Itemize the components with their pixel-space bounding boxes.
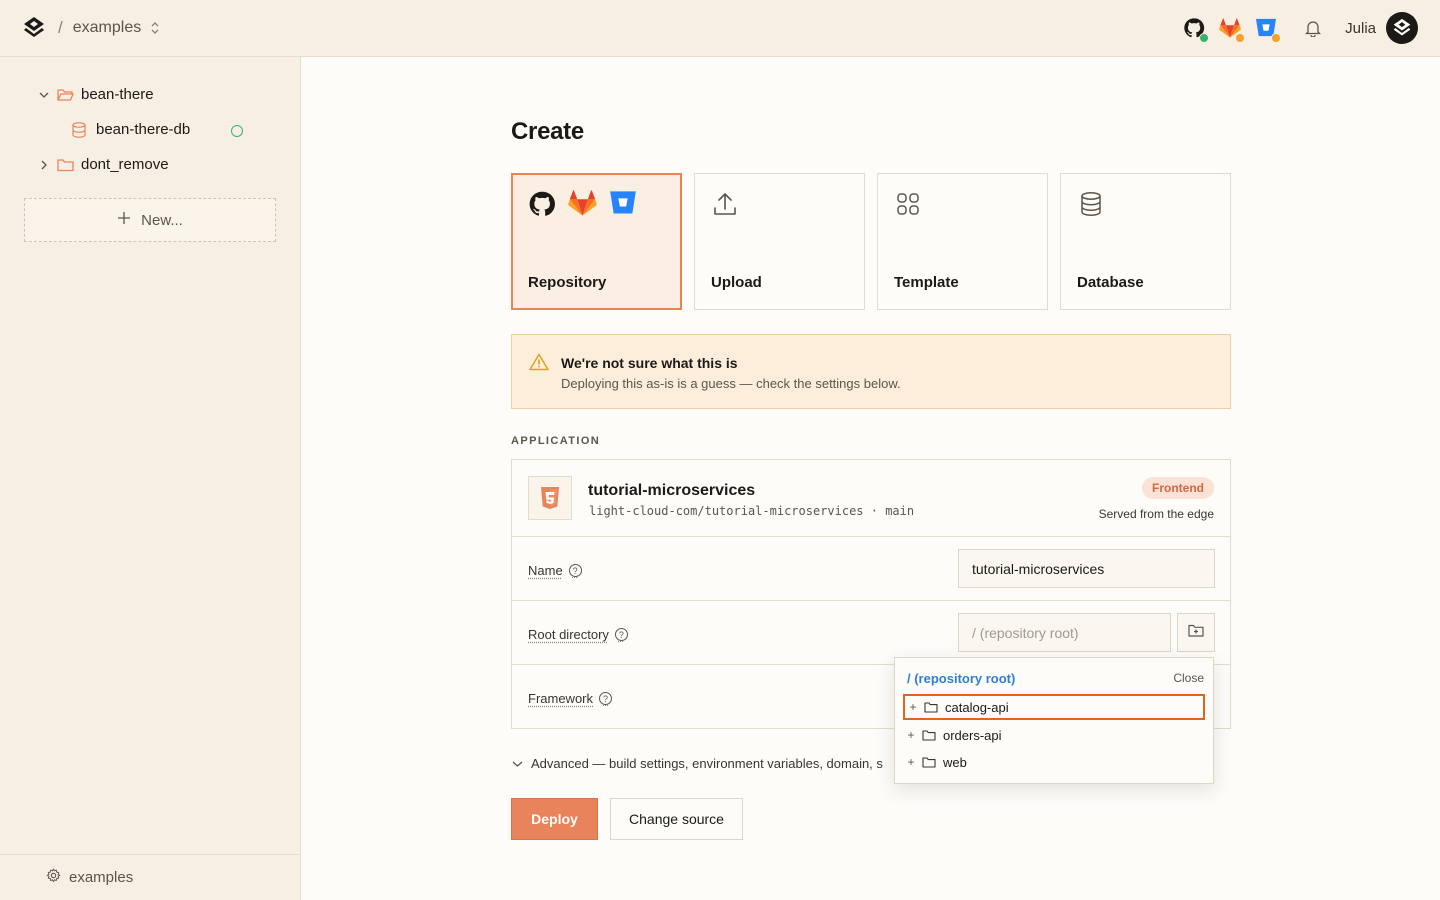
- app-name: tutorial-microservices: [588, 482, 756, 499]
- detection-warning-alert: We're not sure what this is Deploying th…: [511, 334, 1231, 409]
- expand-plus-icon[interactable]: +: [903, 755, 919, 769]
- gitlab-icon: [568, 190, 597, 223]
- picker-folder-orders-api[interactable]: + orders-api: [903, 722, 1205, 748]
- status-ok-icon: [231, 125, 243, 137]
- expand-plus-icon[interactable]: +: [903, 728, 919, 742]
- app-subtitle: Served from the edge: [1098, 507, 1214, 521]
- sidebar: bean-there bean-there-db dont_remove New…: [0, 57, 301, 900]
- chevron-right-icon[interactable]: [37, 160, 51, 170]
- folder-icon: [922, 756, 938, 768]
- database-icon: [72, 121, 90, 138]
- alert-title: We're not sure what this is: [561, 355, 738, 371]
- name-label-text: Name: [528, 563, 563, 578]
- folder-icon: [924, 701, 940, 713]
- github-connected-dot: [1199, 33, 1210, 43]
- warning-icon: [529, 353, 549, 376]
- chevron-down-icon: [512, 756, 523, 771]
- folder-name: web: [943, 754, 967, 770]
- advanced-toggle[interactable]: Advanced — build settings, environment v…: [512, 756, 883, 771]
- advanced-label: Advanced — build settings, environment v…: [531, 756, 883, 771]
- form-row-root-directory: Root directory ? / (repository root): [512, 601, 1230, 665]
- chevron-down-icon[interactable]: [37, 91, 51, 99]
- help-icon[interactable]: ?: [568, 564, 582, 577]
- root-directory-picker: / (repository root) Close + catalog-api …: [894, 657, 1214, 784]
- application-header: tutorial-microservices light-cloud-com/t…: [512, 460, 1230, 537]
- picker-root-option[interactable]: / (repository root): [907, 671, 1015, 686]
- html5-icon: [528, 476, 572, 520]
- gitlab-status-icon[interactable]: [1217, 15, 1246, 43]
- project-switcher-icon[interactable]: [150, 21, 160, 35]
- new-button[interactable]: New...: [24, 198, 276, 242]
- name-label: Name ?: [528, 563, 582, 578]
- source-card-label: Database: [1077, 274, 1144, 291]
- sidebar-item-label: dont_remove: [81, 156, 169, 173]
- gitlab-pending-dot: [1235, 33, 1246, 43]
- expand-plus-icon[interactable]: +: [905, 700, 921, 714]
- footer-project-label: examples: [69, 869, 134, 886]
- help-icon[interactable]: ?: [599, 692, 613, 705]
- source-card-label: Repository: [528, 274, 607, 291]
- root-directory-input[interactable]: / (repository root): [958, 613, 1171, 652]
- root-directory-label-text: Root directory: [528, 627, 609, 642]
- folder-icon: [922, 729, 938, 741]
- plus-icon: [117, 211, 131, 229]
- database-icon-wrap: [1077, 190, 1105, 223]
- sidebar-item-bean-there-db[interactable]: bean-there-db: [72, 121, 190, 138]
- notifications-bell-icon[interactable]: [1303, 18, 1323, 38]
- project-name[interactable]: examples: [73, 19, 141, 37]
- template-icon-wrap: [894, 190, 922, 223]
- folder-open-icon: [57, 87, 75, 103]
- bitbucket-icon: [609, 190, 637, 223]
- sidebar-footer[interactable]: examples: [0, 854, 300, 900]
- sidebar-item-label: bean-there: [81, 86, 154, 103]
- upload-icon-wrap: [711, 190, 739, 223]
- picker-close-button[interactable]: Close: [1173, 671, 1204, 685]
- top-right-actions: Julia: [1171, 12, 1418, 44]
- browse-folder-button[interactable]: [1177, 613, 1215, 652]
- upload-icon: [711, 190, 739, 223]
- user-avatar[interactable]: [1386, 12, 1418, 44]
- user-name[interactable]: Julia: [1345, 20, 1376, 37]
- folder-plus-icon: [1188, 624, 1204, 642]
- new-button-label: New...: [141, 211, 183, 229]
- framework-label: Framework ?: [528, 691, 613, 706]
- source-card-upload[interactable]: Upload: [694, 173, 865, 310]
- database-icon: [1077, 190, 1105, 223]
- github-status-icon[interactable]: [1181, 15, 1210, 43]
- source-card-database[interactable]: Database: [1060, 173, 1231, 310]
- folder-name: catalog-api: [945, 699, 1009, 715]
- picker-folder-web[interactable]: + web: [903, 749, 1205, 775]
- app-logo-icon[interactable]: [22, 16, 46, 40]
- sidebar-item-dont-remove[interactable]: dont_remove: [37, 156, 169, 173]
- grid-icon: [894, 190, 922, 223]
- bitbucket-pending-dot: [1271, 33, 1282, 43]
- help-icon[interactable]: ?: [614, 628, 628, 641]
- breadcrumb-separator: /: [58, 18, 63, 37]
- page-title: Create: [511, 118, 584, 145]
- top-bar: / examples Julia: [0, 0, 1440, 57]
- framework-badge: Frontend: [1142, 477, 1214, 499]
- form-row-name: Name ? tutorial-microservices: [512, 537, 1230, 601]
- source-card-repository[interactable]: Repository: [511, 173, 682, 310]
- bitbucket-status-icon[interactable]: [1253, 15, 1282, 43]
- change-source-button[interactable]: Change source: [610, 798, 743, 840]
- github-icon: [528, 190, 556, 223]
- picker-folder-catalog-api[interactable]: + catalog-api: [903, 694, 1205, 720]
- folder-icon: [57, 157, 75, 173]
- root-directory-label: Root directory ?: [528, 627, 628, 642]
- source-card-template[interactable]: Template: [877, 173, 1048, 310]
- deploy-button[interactable]: Deploy: [511, 798, 598, 840]
- sidebar-item-label: bean-there-db: [96, 121, 191, 138]
- alert-body: Deploying this as-is is a guess — check …: [561, 376, 901, 391]
- source-card-label: Upload: [711, 274, 762, 291]
- repository-provider-icons: [528, 190, 637, 223]
- app-repo-branch: light-cloud-com/tutorial-microservices ·…: [589, 504, 915, 518]
- framework-label-text: Framework: [528, 691, 594, 706]
- source-card-label: Template: [894, 274, 959, 291]
- name-input[interactable]: tutorial-microservices: [958, 549, 1215, 588]
- folder-name: orders-api: [943, 727, 1002, 743]
- gear-icon[interactable]: [46, 868, 61, 887]
- section-label-application: APPLICATION: [511, 435, 601, 447]
- sidebar-item-bean-there[interactable]: bean-there: [37, 86, 154, 103]
